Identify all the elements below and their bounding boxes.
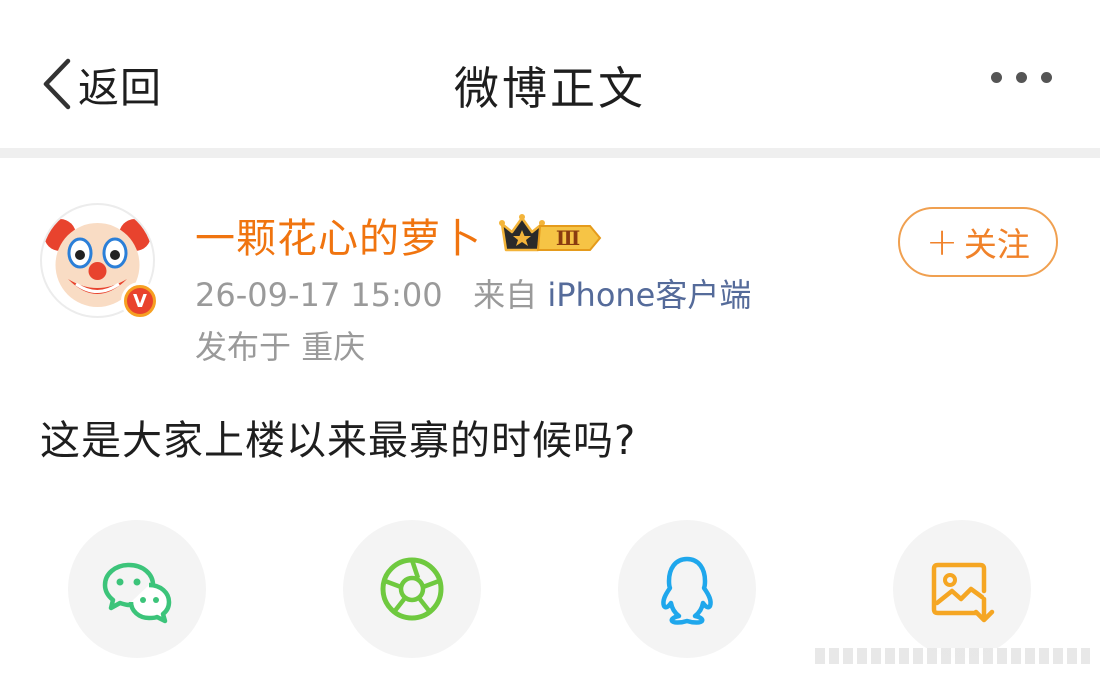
author-name[interactable]: 一颗花心的萝卜 — [195, 206, 482, 264]
page-title: 微博正文 — [453, 62, 646, 115]
post-source-link[interactable]: iPhone客户端 — [547, 276, 751, 314]
more-options-button[interactable] — [991, 72, 1052, 83]
verified-mark: V — [127, 288, 153, 314]
post-timestamp: 26-09-17 15:00 — [195, 276, 443, 314]
post-text: 这是大家上楼以来最寡的时候吗? — [40, 418, 637, 464]
vip-crown-icon[interactable]: Ⅲ — [494, 212, 604, 258]
save-image-icon — [931, 562, 995, 623]
post-location: 发布于 重庆 — [195, 322, 365, 368]
qq-icon — [661, 556, 713, 625]
more-dot-icon — [991, 72, 1002, 83]
share-qq-button[interactable] — [618, 520, 756, 658]
wechat-icon — [102, 562, 172, 624]
verified-badge-icon: V — [121, 282, 159, 320]
more-dot-icon — [1016, 72, 1027, 83]
plus-icon: + — [926, 220, 958, 264]
post-meta: 26-09-17 15:00 来自 iPhone客户端 — [195, 270, 751, 316]
follow-label: 关注 — [963, 225, 1030, 264]
top-nav-bar: 返回 微博正文 — [0, 0, 1100, 148]
share-wechat-button[interactable] — [68, 520, 206, 658]
save-image-button[interactable] — [893, 520, 1031, 658]
author-avatar[interactable]: V — [40, 203, 159, 320]
vip-level: Ⅲ — [556, 226, 580, 250]
section-divider — [0, 148, 1100, 158]
source-prefix: 来自 — [473, 276, 538, 314]
location-value: 重庆 — [301, 328, 366, 366]
author-row: 一颗花心的萝卜 Ⅲ — [195, 206, 604, 264]
more-dot-icon — [1041, 72, 1052, 83]
follow-button[interactable]: + 关注 — [898, 207, 1058, 277]
moments-icon — [380, 557, 444, 621]
watermark — [815, 648, 1090, 664]
location-prefix: 发布于 — [195, 328, 292, 366]
share-moments-button[interactable] — [343, 520, 481, 658]
share-row — [0, 520, 1100, 660]
